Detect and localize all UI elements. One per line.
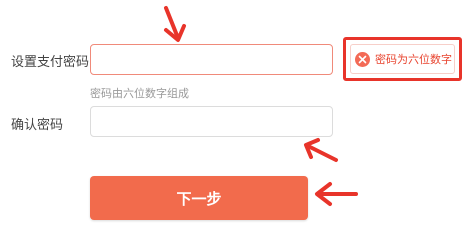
annotation-arrow-button-icon	[315, 182, 358, 206]
close-circle-icon	[355, 51, 370, 67]
pay-password-hint: 密码由六位数字组成	[90, 87, 189, 100]
error-message: 密码为六位数字	[375, 53, 452, 66]
annotation-arrow-top-icon	[164, 6, 186, 42]
next-step-button[interactable]: 下一步	[90, 176, 308, 220]
annotation-arrow-confirm-icon	[304, 138, 338, 162]
error-highlight-frame: 密码为六位数字	[343, 37, 462, 81]
confirm-password-label: 确认密码	[11, 118, 64, 133]
error-tooltip: 密码为六位数字	[350, 44, 455, 74]
pay-password-input[interactable]	[90, 44, 333, 75]
pay-password-label: 设置支付密码	[11, 55, 90, 70]
confirm-password-input[interactable]	[90, 106, 333, 137]
